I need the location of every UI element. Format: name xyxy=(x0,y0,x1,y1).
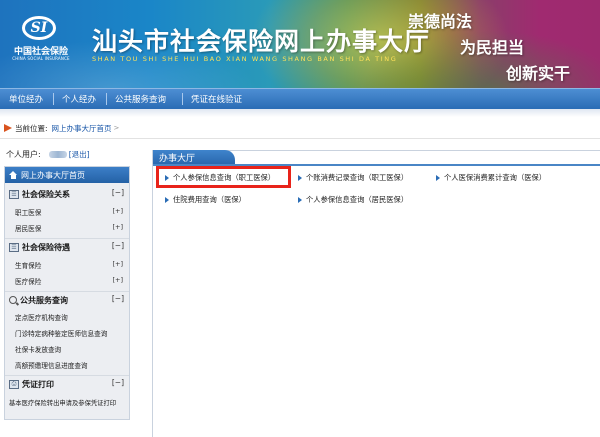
sidebar-item-label: 居民医保 xyxy=(15,225,42,233)
group-title: 社会保险关系 xyxy=(22,189,70,199)
main-panel xyxy=(152,150,600,437)
user-label: 个人用户: xyxy=(6,150,41,159)
logo-mark: SI xyxy=(22,16,56,40)
location-arrow-icon xyxy=(4,124,12,132)
sidebar-item-label: 社保卡发放查询 xyxy=(15,346,62,354)
header-banner: SI 中国社会保险 CHINA SOCIAL INSURANCE 汕头市社会保险… xyxy=(0,0,600,88)
benefits-icon: ☰ xyxy=(9,242,19,252)
service-consumption-total[interactable]: 个人医保消费累计查询（医保） xyxy=(436,173,546,183)
sidebar-item-outpatient-doctor[interactable]: 门诊特定病种鉴定医师信息查询 xyxy=(5,327,129,339)
sidebar-item-resident-medical[interactable]: 居民医保 [+] xyxy=(5,222,129,234)
site-title-pinyin: SHAN TOU SHI SHE HUI BAO XIAN WANG SHANG… xyxy=(92,55,398,63)
nav-public-query[interactable]: 公共服务查询 xyxy=(115,93,166,105)
breadcrumb: 当前位置: 网上办事大厅首页 > xyxy=(4,122,119,134)
sidebar-item-employee-medical[interactable]: 职工医保 [+] xyxy=(5,206,129,218)
breadcrumb-separator: > xyxy=(113,124,120,132)
slogan-3: 创新实干 xyxy=(506,64,571,83)
sidebar-item-label: 高额预缴理信息进度查询 xyxy=(15,362,88,370)
sidebar-item-medical[interactable]: 医疗保险 [+] xyxy=(5,275,129,287)
sidebar-home[interactable]: 网上办事大厅首页 xyxy=(5,167,129,183)
collapse-toggle[interactable]: [−] xyxy=(112,241,124,250)
search-icon xyxy=(9,296,17,304)
service-personal-info-employee[interactable]: 个人参保信息查询（职工医保） xyxy=(165,173,275,183)
user-info: 个人用户: [退出] xyxy=(6,149,90,160)
breadcrumb-label: 当前位置: xyxy=(15,123,48,133)
sidebar-home-label: 网上办事大厅首页 xyxy=(21,170,85,180)
collapse-toggle[interactable]: [−] xyxy=(112,378,124,387)
service-personal-info-resident[interactable]: 个人参保信息查询（居民医保） xyxy=(298,195,408,205)
service-label: 个人医保消费累计查询（医保） xyxy=(444,173,547,182)
arrow-right-icon xyxy=(165,175,169,181)
arrow-right-icon xyxy=(165,197,169,203)
sidebar-item-label: 基本医疗保险转出申请及参保凭证打印 xyxy=(9,399,117,407)
slogan-1: 崇德尚法 xyxy=(408,12,473,31)
sidebar-group-insurance-benefits[interactable]: ☰ 社会保险待遇 [−] xyxy=(5,240,129,254)
service-label: 个人参保信息查询（居民医保） xyxy=(306,195,409,204)
expand-toggle[interactable]: [+] xyxy=(112,223,123,231)
nav-personal-service[interactable]: 个人经办 xyxy=(62,93,96,105)
group-title: 公共服务查询 xyxy=(20,295,68,305)
sidebar: 网上办事大厅首页 ☰ 社会保险关系 [−] 职工医保 [+] 居民医保 [+] … xyxy=(4,166,130,420)
collapse-toggle[interactable]: [−] xyxy=(112,188,124,197)
nav-certificate-verify[interactable]: 凭证在线验证 xyxy=(191,93,242,105)
site-title: 汕头市社会保险网上办事大厅 xyxy=(92,27,431,56)
expand-toggle[interactable]: [+] xyxy=(112,260,123,268)
service-inpatient-cost[interactable]: 住院费用查询（医保） xyxy=(165,195,246,205)
group-title: 凭证打印 xyxy=(22,379,54,389)
tab-service-hall[interactable]: 办事大厅 xyxy=(153,150,235,164)
sidebar-item-card-issue[interactable]: 社保卡发放查询 xyxy=(5,343,129,355)
service-account-consumption[interactable]: 个账消费记录查询（职工医保） xyxy=(298,173,408,183)
collapse-toggle[interactable]: [−] xyxy=(112,294,124,303)
service-label: 住院费用查询（医保） xyxy=(173,195,246,204)
breadcrumb-home-link[interactable]: 网上办事大厅首页 xyxy=(52,123,112,134)
sidebar-item-label: 门诊特定病种鉴定医师信息查询 xyxy=(15,330,108,338)
sidebar-item-label: 职工医保 xyxy=(15,209,42,217)
sidebar-item-maternity[interactable]: 生育保险 [+] xyxy=(5,259,129,271)
nav-unit-service[interactable]: 单位经办 xyxy=(9,93,43,105)
logout-link[interactable]: [退出] xyxy=(69,149,90,160)
service-label: 个人参保信息查询（职工医保） xyxy=(173,173,276,182)
home-icon xyxy=(9,171,18,179)
arrow-right-icon xyxy=(298,175,302,181)
expand-toggle[interactable]: [+] xyxy=(112,207,123,215)
sidebar-item-prepay-progress[interactable]: 高额预缴理信息进度查询 xyxy=(5,359,129,371)
sidebar-group-certificate-print[interactable]: ⎙ 凭证打印 [−] xyxy=(5,377,129,391)
arrow-right-icon xyxy=(436,175,440,181)
main-nav: 单位经办 个人经办 公共服务查询 凭证在线验证 xyxy=(0,88,600,109)
site-logo[interactable]: SI 中国社会保险 CHINA SOCIAL INSURANCE xyxy=(6,16,76,64)
sidebar-group-insurance-relation[interactable]: ☰ 社会保险关系 [−] xyxy=(5,187,129,201)
sidebar-item-designated-institutions[interactable]: 定点医疗机构查询 xyxy=(5,311,129,323)
group-title: 社会保险待遇 xyxy=(22,242,70,252)
sidebar-item-label: 医疗保险 xyxy=(15,278,42,286)
user-name-blurred xyxy=(48,151,67,158)
service-label: 个账消费记录查询（职工医保） xyxy=(306,173,409,182)
sidebar-group-public-query[interactable]: 公共服务查询 [−] xyxy=(5,293,129,307)
sidebar-item-transfer-print[interactable]: 基本医疗保险转出申请及参保凭证打印 xyxy=(5,396,129,408)
arrow-right-icon xyxy=(298,197,302,203)
relation-icon: ☰ xyxy=(9,189,19,199)
sidebar-item-label: 生育保险 xyxy=(15,262,42,270)
printer-icon: ⎙ xyxy=(9,379,19,389)
slogan-2: 为民担当 xyxy=(460,38,525,57)
sidebar-item-label: 定点医疗机构查询 xyxy=(15,314,68,322)
expand-toggle[interactable]: [+] xyxy=(112,276,123,284)
logo-english-text: CHINA SOCIAL INSURANCE xyxy=(12,56,70,61)
